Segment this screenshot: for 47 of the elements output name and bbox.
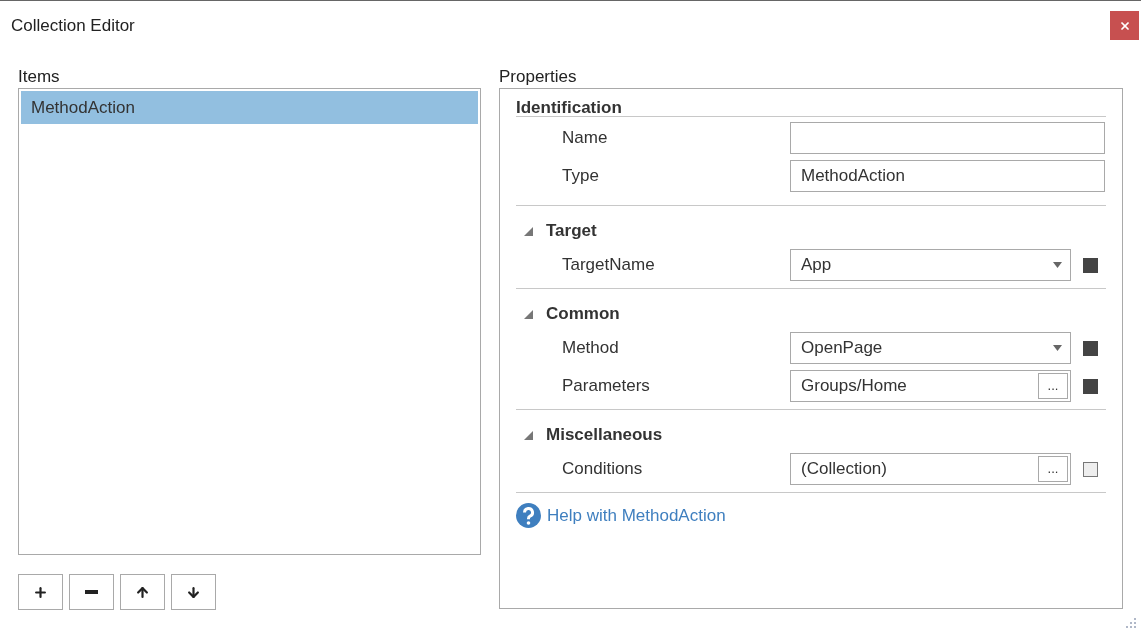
- value-marker[interactable]: [1083, 340, 1098, 356]
- plus-icon: [33, 584, 48, 600]
- minus-icon: [85, 590, 98, 594]
- property-label: Method: [561, 337, 620, 360]
- category-header: Identification: [516, 98, 622, 117]
- remove-button[interactable]: [69, 574, 114, 610]
- dropdown-field[interactable]: App: [790, 249, 1071, 281]
- category-header: Common: [546, 303, 620, 326]
- field-value: Groups/Home: [801, 375, 907, 398]
- dropdown-field[interactable]: OpenPage: [790, 332, 1071, 364]
- close-icon: [1118, 19, 1131, 32]
- category-header: Target: [546, 220, 597, 243]
- property-label: TargetName: [561, 254, 656, 277]
- ellipsis-button[interactable]: ...: [1038, 456, 1068, 482]
- ellipsis-button[interactable]: ...: [1038, 373, 1068, 399]
- close-button[interactable]: [1110, 11, 1139, 40]
- section-label: Properties: [499, 66, 578, 88]
- property-label: Name: [561, 127, 609, 150]
- value-marker[interactable]: [1083, 257, 1098, 273]
- list-item[interactable]: MethodAction: [21, 91, 478, 124]
- property-label: Type: [561, 165, 600, 188]
- down-arrow-icon: [186, 584, 201, 600]
- property-label: Conditions: [561, 458, 644, 481]
- text-field[interactable]: Groups/Home ...: [790, 370, 1071, 402]
- expander-icon[interactable]: [524, 430, 533, 440]
- move-up-button[interactable]: [120, 574, 165, 610]
- property-label: Parameters: [561, 375, 651, 398]
- section-label: Items: [18, 66, 61, 88]
- expander-icon[interactable]: [524, 226, 533, 236]
- text-field[interactable]: MethodAction: [790, 160, 1105, 192]
- field-value: App: [801, 254, 832, 277]
- caret-icon: [1053, 345, 1062, 351]
- help-link[interactable]: Help with MethodAction: [547, 503, 726, 529]
- field-value: OpenPage: [801, 337, 883, 360]
- window-title: Collection Editor: [11, 14, 135, 37]
- move-down-button[interactable]: [171, 574, 216, 610]
- expander-icon[interactable]: [524, 309, 533, 319]
- field-value: (Collection): [801, 458, 887, 481]
- help-icon: [516, 503, 541, 529]
- value-marker[interactable]: [1083, 378, 1098, 394]
- text-field[interactable]: (Collection) ...: [790, 453, 1071, 485]
- text-field[interactable]: [790, 122, 1105, 154]
- value-marker[interactable]: [1083, 461, 1098, 477]
- add-button[interactable]: [18, 574, 63, 610]
- resize-grip-icon[interactable]: [1125, 617, 1137, 629]
- caret-icon: [1053, 262, 1062, 268]
- category-header: Miscellaneous: [546, 424, 663, 447]
